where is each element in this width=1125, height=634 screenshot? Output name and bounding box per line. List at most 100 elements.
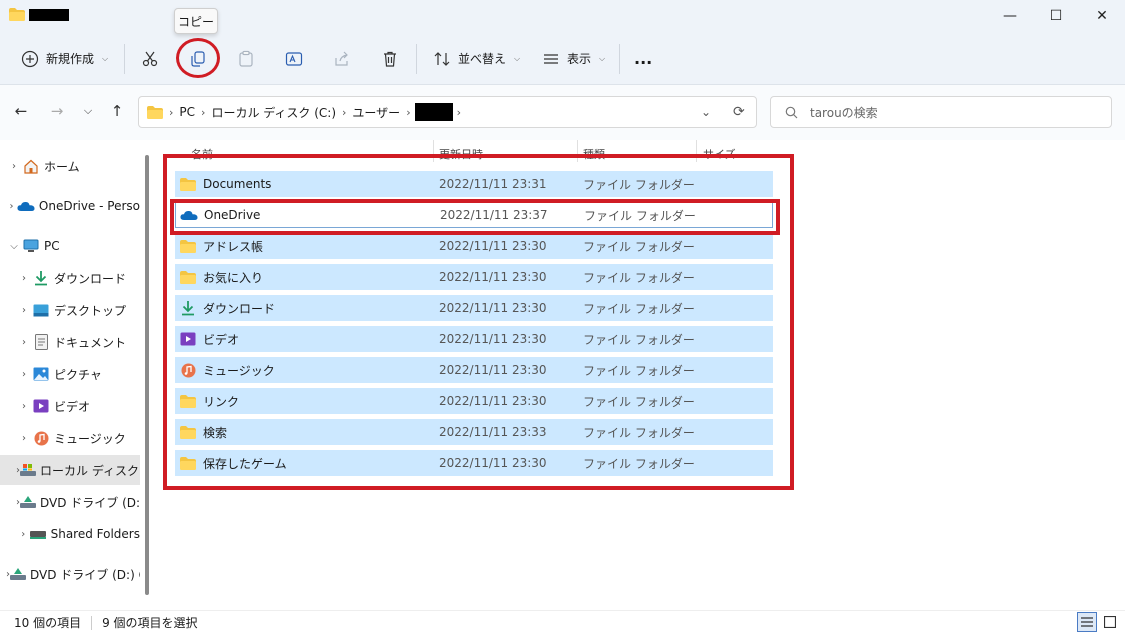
breadcrumb-users[interactable]: ユーザー bbox=[352, 104, 400, 121]
column-divider[interactable] bbox=[433, 140, 434, 162]
expand-chevron-icon[interactable]: › bbox=[16, 401, 32, 412]
view-button-label: 表示 bbox=[567, 52, 592, 66]
file-list: ^ 名前 更新日時 種類 サイズ Documents 2022/11/11 23… bbox=[155, 140, 1125, 610]
annotation-circle bbox=[176, 38, 220, 78]
up-arrow-icon[interactable]: ↑ bbox=[106, 100, 128, 122]
document-icon bbox=[32, 334, 50, 350]
file-date: 2022/11/11 23:31 bbox=[439, 177, 547, 191]
status-divider bbox=[91, 615, 93, 630]
title-bar: — ☐ ✕ bbox=[0, 0, 1125, 32]
column-type[interactable]: 種類 bbox=[583, 146, 605, 162]
new-button[interactable]: 新規作成 ⌵ bbox=[20, 32, 108, 85]
refresh-icon[interactable]: ⟳ bbox=[733, 104, 745, 120]
breadcrumb-chevron-icon[interactable]: › bbox=[342, 106, 346, 119]
sort-button[interactable]: 並べ替え ⌵ bbox=[432, 32, 520, 85]
music-icon bbox=[179, 363, 197, 377]
collapse-chevron-icon[interactable]: ⌵ bbox=[6, 241, 22, 252]
breadcrumb-chevron-icon[interactable]: › bbox=[457, 106, 461, 119]
file-row-music[interactable]: ミュージック 2022/11/11 23:30 ファイル フォルダー bbox=[175, 357, 773, 383]
file-date: 2022/11/11 23:30 bbox=[439, 394, 547, 408]
tiles-view-icon[interactable] bbox=[1100, 612, 1120, 632]
file-row-saved-games[interactable]: 保存したゲーム 2022/11/11 23:30 ファイル フォルダー bbox=[175, 450, 773, 476]
rename-button[interactable] bbox=[284, 32, 304, 85]
nav-item-onedrive[interactable]: › OneDrive - Perso bbox=[0, 191, 140, 221]
share-icon bbox=[332, 49, 352, 69]
search-box[interactable]: tarouの検索 bbox=[770, 96, 1112, 128]
breadcrumb-chevron-icon[interactable]: › bbox=[406, 106, 410, 119]
toolbar-divider bbox=[124, 44, 125, 74]
dvd-icon bbox=[20, 494, 36, 510]
nav-item-dvd-drive-2[interactable]: › DVD ドライブ (D:) C bbox=[0, 559, 140, 589]
address-history-icon[interactable]: ⌄ bbox=[701, 105, 711, 119]
expand-chevron-icon[interactable]: › bbox=[6, 201, 17, 212]
paste-button[interactable] bbox=[236, 32, 256, 85]
breadcrumb-chevron-icon[interactable]: › bbox=[169, 106, 173, 119]
nav-item-music[interactable]: › ミュージック bbox=[0, 423, 140, 453]
forward-arrow-icon[interactable]: → bbox=[46, 100, 68, 122]
folder-icon bbox=[147, 105, 163, 119]
nav-item-downloads[interactable]: › ダウンロード bbox=[0, 263, 140, 293]
file-type: ファイル フォルダー bbox=[583, 425, 695, 440]
file-row-downloads[interactable]: ダウンロード 2022/11/11 23:30 ファイル フォルダー bbox=[175, 295, 773, 321]
file-name: お気に入り bbox=[203, 270, 264, 285]
column-size[interactable]: サイズ bbox=[703, 146, 736, 162]
folder-icon bbox=[9, 8, 25, 21]
more-options-button[interactable]: ... bbox=[634, 32, 652, 85]
file-type: ファイル フォルダー bbox=[583, 332, 695, 347]
back-arrow-icon[interactable]: ← bbox=[10, 100, 32, 122]
expand-chevron-icon[interactable]: › bbox=[16, 369, 32, 380]
cut-button[interactable] bbox=[140, 32, 160, 85]
file-name: 保存したゲーム bbox=[203, 456, 287, 471]
breadcrumb-chevron-icon[interactable]: › bbox=[201, 106, 205, 119]
breadcrumb-local-disk[interactable]: ローカル ディスク (C:) bbox=[211, 104, 336, 121]
file-row-onedrive[interactable]: OneDrive 2022/11/11 23:37 ファイル フォルダー bbox=[175, 202, 773, 228]
download-icon bbox=[32, 270, 50, 286]
nav-item-pictures[interactable]: › ピクチャ bbox=[0, 359, 140, 389]
delete-button[interactable] bbox=[380, 32, 400, 85]
address-bar[interactable]: › PC › ローカル ディスク (C:) › ユーザー › › ⌄ ⟳ bbox=[138, 96, 757, 128]
nav-item-desktop[interactable]: › デスクトップ bbox=[0, 295, 140, 325]
nav-item-shared-folders[interactable]: › Shared Folders bbox=[0, 519, 140, 549]
file-name: ビデオ bbox=[203, 332, 240, 347]
copy-tooltip: コピー bbox=[174, 8, 218, 34]
column-date[interactable]: 更新日時 bbox=[439, 146, 483, 162]
breadcrumb-pc[interactable]: PC bbox=[179, 105, 195, 119]
recent-chevron-icon[interactable]: ⌵ bbox=[77, 100, 99, 122]
file-row-searches[interactable]: 検索 2022/11/11 23:33 ファイル フォルダー bbox=[175, 419, 773, 445]
nav-item-documents[interactable]: › ドキュメント bbox=[0, 327, 140, 357]
expand-chevron-icon[interactable]: › bbox=[16, 273, 32, 284]
maximize-button[interactable]: ☐ bbox=[1033, 0, 1079, 32]
navigation-scrollbar[interactable] bbox=[145, 155, 149, 595]
expand-chevron-icon[interactable]: › bbox=[16, 305, 32, 316]
nav-item-dvd-drive[interactable]: › DVD ドライブ (D:) bbox=[0, 487, 140, 517]
expand-chevron-icon[interactable]: › bbox=[16, 529, 30, 540]
details-view-icon[interactable] bbox=[1077, 612, 1097, 632]
share-button[interactable] bbox=[332, 32, 352, 85]
chevron-down-icon: ⌵ bbox=[102, 53, 109, 63]
expand-chevron-icon[interactable]: › bbox=[6, 161, 22, 172]
file-row-address-book[interactable]: アドレス帳 2022/11/11 23:30 ファイル フォルダー bbox=[175, 233, 773, 259]
nav-item-home[interactable]: › ホーム bbox=[0, 151, 140, 181]
file-row-links[interactable]: リンク 2022/11/11 23:30 ファイル フォルダー bbox=[175, 388, 773, 414]
file-date: 2022/11/11 23:30 bbox=[439, 239, 547, 253]
column-name[interactable]: 名前 bbox=[191, 146, 213, 162]
file-row-documents[interactable]: Documents 2022/11/11 23:31 ファイル フォルダー bbox=[175, 171, 773, 197]
folder-icon bbox=[179, 239, 197, 253]
file-type: ファイル フォルダー bbox=[583, 394, 695, 409]
folder-icon bbox=[179, 425, 197, 439]
view-button[interactable]: 表示 ⌵ bbox=[541, 32, 605, 85]
nav-item-videos[interactable]: › ビデオ bbox=[0, 391, 140, 421]
nav-item-pc[interactable]: ⌵ PC bbox=[0, 231, 140, 261]
file-type: ファイル フォルダー bbox=[583, 177, 695, 192]
close-button[interactable]: ✕ bbox=[1079, 0, 1125, 32]
download-icon bbox=[179, 301, 197, 316]
column-divider[interactable] bbox=[577, 140, 578, 162]
nav-item-local-disk[interactable]: › ローカル ディスク ( bbox=[0, 455, 140, 485]
minimize-button[interactable]: — bbox=[987, 0, 1033, 32]
expand-chevron-icon[interactable]: › bbox=[16, 433, 32, 444]
file-row-favorites[interactable]: お気に入り 2022/11/11 23:30 ファイル フォルダー bbox=[175, 264, 773, 290]
column-divider[interactable] bbox=[696, 140, 697, 162]
file-row-videos[interactable]: ビデオ 2022/11/11 23:30 ファイル フォルダー bbox=[175, 326, 773, 352]
expand-chevron-icon[interactable]: › bbox=[16, 337, 32, 348]
home-icon bbox=[22, 158, 40, 174]
